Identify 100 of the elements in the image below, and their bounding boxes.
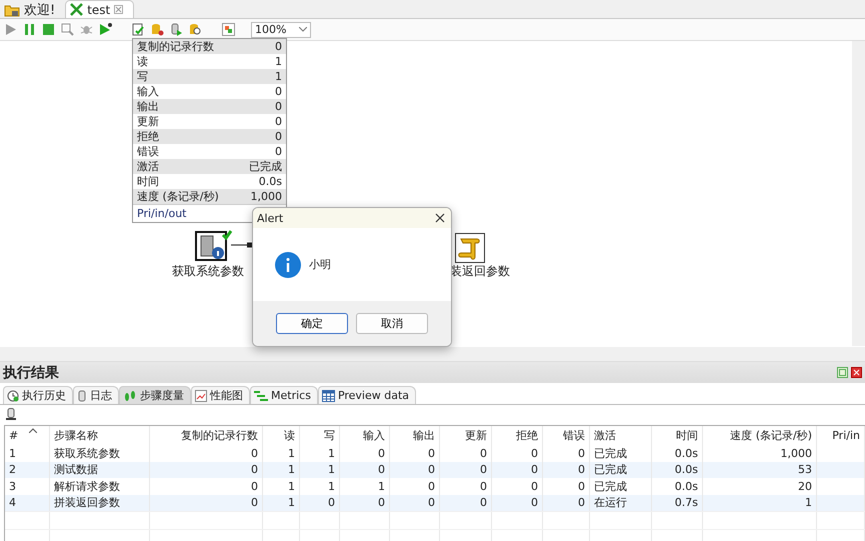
stop-icon[interactable] — [42, 23, 55, 36]
footprints-icon — [123, 390, 137, 402]
close-icon[interactable] — [851, 367, 862, 378]
table-cell: 0 — [440, 494, 492, 511]
table-cell: 0 — [150, 494, 263, 511]
table-cell: 0 — [492, 494, 543, 511]
metric-value: 0.0s — [258, 175, 282, 188]
metric-value: 0 — [275, 145, 282, 158]
database-icon[interactable] — [151, 23, 164, 36]
metric-label: 速度 (条记录/秒) — [137, 189, 219, 204]
metric-label: 输出 — [137, 99, 159, 114]
scroll-icon — [77, 390, 87, 402]
column-header[interactable]: 激活 — [590, 426, 652, 445]
dialog-button[interactable]: 确定 — [276, 313, 348, 334]
table-cell: 0 — [440, 462, 492, 478]
dialog-button[interactable]: 取消 — [356, 313, 428, 334]
vertical-scrollbar[interactable] — [852, 41, 865, 346]
clock-icon — [7, 390, 19, 402]
zoom-dropdown[interactable]: 100% — [251, 22, 311, 38]
column-header[interactable]: Pri/in — [817, 426, 865, 445]
table-cell: 0 — [390, 462, 440, 478]
table-cell: 0 — [492, 462, 543, 478]
sort-caret-icon — [29, 428, 37, 433]
column-header[interactable]: 写 — [300, 426, 340, 445]
metric-value: 0 — [275, 130, 282, 143]
folder-icon — [4, 2, 20, 16]
metric-label: 读 — [137, 54, 148, 69]
results-tab[interactable]: 执行历史 — [3, 386, 73, 404]
column-header[interactable]: 拒绝 — [492, 426, 543, 445]
metric-value: 0 — [275, 115, 282, 128]
table-cell: 1 — [300, 462, 340, 478]
export-icon[interactable] — [170, 23, 183, 36]
database-search-icon[interactable] — [189, 23, 202, 36]
metric-value: 0 — [275, 40, 282, 53]
bars-icon — [254, 390, 268, 402]
metric-label: 时间 — [137, 174, 159, 189]
info-icon — [275, 252, 301, 278]
table-cell: 2 — [5, 462, 50, 478]
table-cell: 0.7s — [652, 494, 703, 511]
column-header[interactable]: 输入 — [340, 426, 390, 445]
results-tab[interactable]: 性能图 — [191, 386, 250, 404]
metric-label: 输入 — [137, 84, 159, 99]
column-header[interactable]: 更新 — [440, 426, 492, 445]
layout-icon[interactable] — [222, 23, 235, 36]
table-cell: 0 — [340, 462, 390, 478]
metric-label: 激活 — [137, 159, 159, 174]
check-document-icon[interactable] — [132, 23, 145, 36]
hop-arrow — [231, 241, 253, 249]
column-header[interactable]: 输出 — [390, 426, 440, 445]
pause-icon[interactable] — [23, 23, 36, 36]
column-header[interactable]: 速度 (条记录/秒) — [703, 426, 817, 445]
metric-value: 已完成 — [249, 159, 282, 174]
panel-title: 执行结果 — [3, 364, 59, 382]
column-header[interactable]: # — [5, 426, 50, 445]
table-cell: 0 — [150, 462, 263, 478]
column-header[interactable]: 时间 — [652, 426, 703, 445]
close-icon[interactable] — [435, 213, 445, 223]
table-cell: 0 — [543, 494, 590, 511]
metric-label: 拒绝 — [137, 129, 159, 144]
table-cell: 53 — [703, 462, 817, 478]
bug-icon[interactable] — [80, 23, 93, 36]
metric-label: 错误 — [137, 144, 159, 159]
table-cell: 拼装返回参数 — [50, 494, 150, 511]
table-cell: 0 — [390, 494, 440, 511]
table-cell: 已完成 — [590, 462, 652, 478]
dialog-title: Alert — [257, 212, 284, 224]
metric-value: 1 — [275, 55, 282, 68]
horizontal-scrollbar[interactable] — [0, 347, 865, 361]
table-cell: 0.0s — [652, 462, 703, 478]
play-icon[interactable] — [4, 23, 17, 36]
preview-icon[interactable] — [61, 23, 74, 36]
table-cell: 4 — [5, 494, 50, 511]
results-tab[interactable]: 步骤度量 — [119, 386, 191, 404]
cross-arrows-icon — [70, 3, 84, 16]
editor-tab[interactable]: 欢迎! — [0, 1, 66, 18]
results-tab[interactable]: Preview data — [318, 386, 416, 404]
metric-label: 复制的记录行数 — [137, 39, 214, 54]
metric-label: 写 — [137, 69, 148, 84]
metric-label: 更新 — [137, 114, 159, 129]
step-label: 获取系统参数 — [172, 263, 244, 280]
grid-icon — [322, 390, 335, 402]
table-cell: 1 — [263, 494, 300, 511]
column-header[interactable]: 错误 — [543, 426, 590, 445]
results-tab[interactable]: 日志 — [73, 386, 119, 404]
column-header[interactable]: 复制的记录行数 — [150, 426, 263, 445]
editor-tab[interactable]: test — [65, 0, 134, 18]
results-tab[interactable]: Metrics — [250, 386, 318, 404]
column-header[interactable]: 读 — [263, 426, 300, 445]
table-cell: 1 — [263, 462, 300, 478]
table-cell: 0 — [300, 494, 340, 511]
chart-icon — [195, 390, 207, 402]
column-header[interactable]: 步骤名称 — [50, 426, 150, 445]
dialog-message: 小明 — [309, 257, 331, 272]
run-icon[interactable] — [99, 23, 112, 36]
step-node-icon[interactable] — [195, 229, 233, 261]
metric-value: 0 — [275, 100, 282, 113]
metric-value: 1 — [275, 70, 282, 83]
scroll-icon[interactable] — [5, 408, 18, 420]
table-cell: 在运行 — [590, 494, 652, 511]
table-cell: 测试数据 — [50, 462, 150, 478]
